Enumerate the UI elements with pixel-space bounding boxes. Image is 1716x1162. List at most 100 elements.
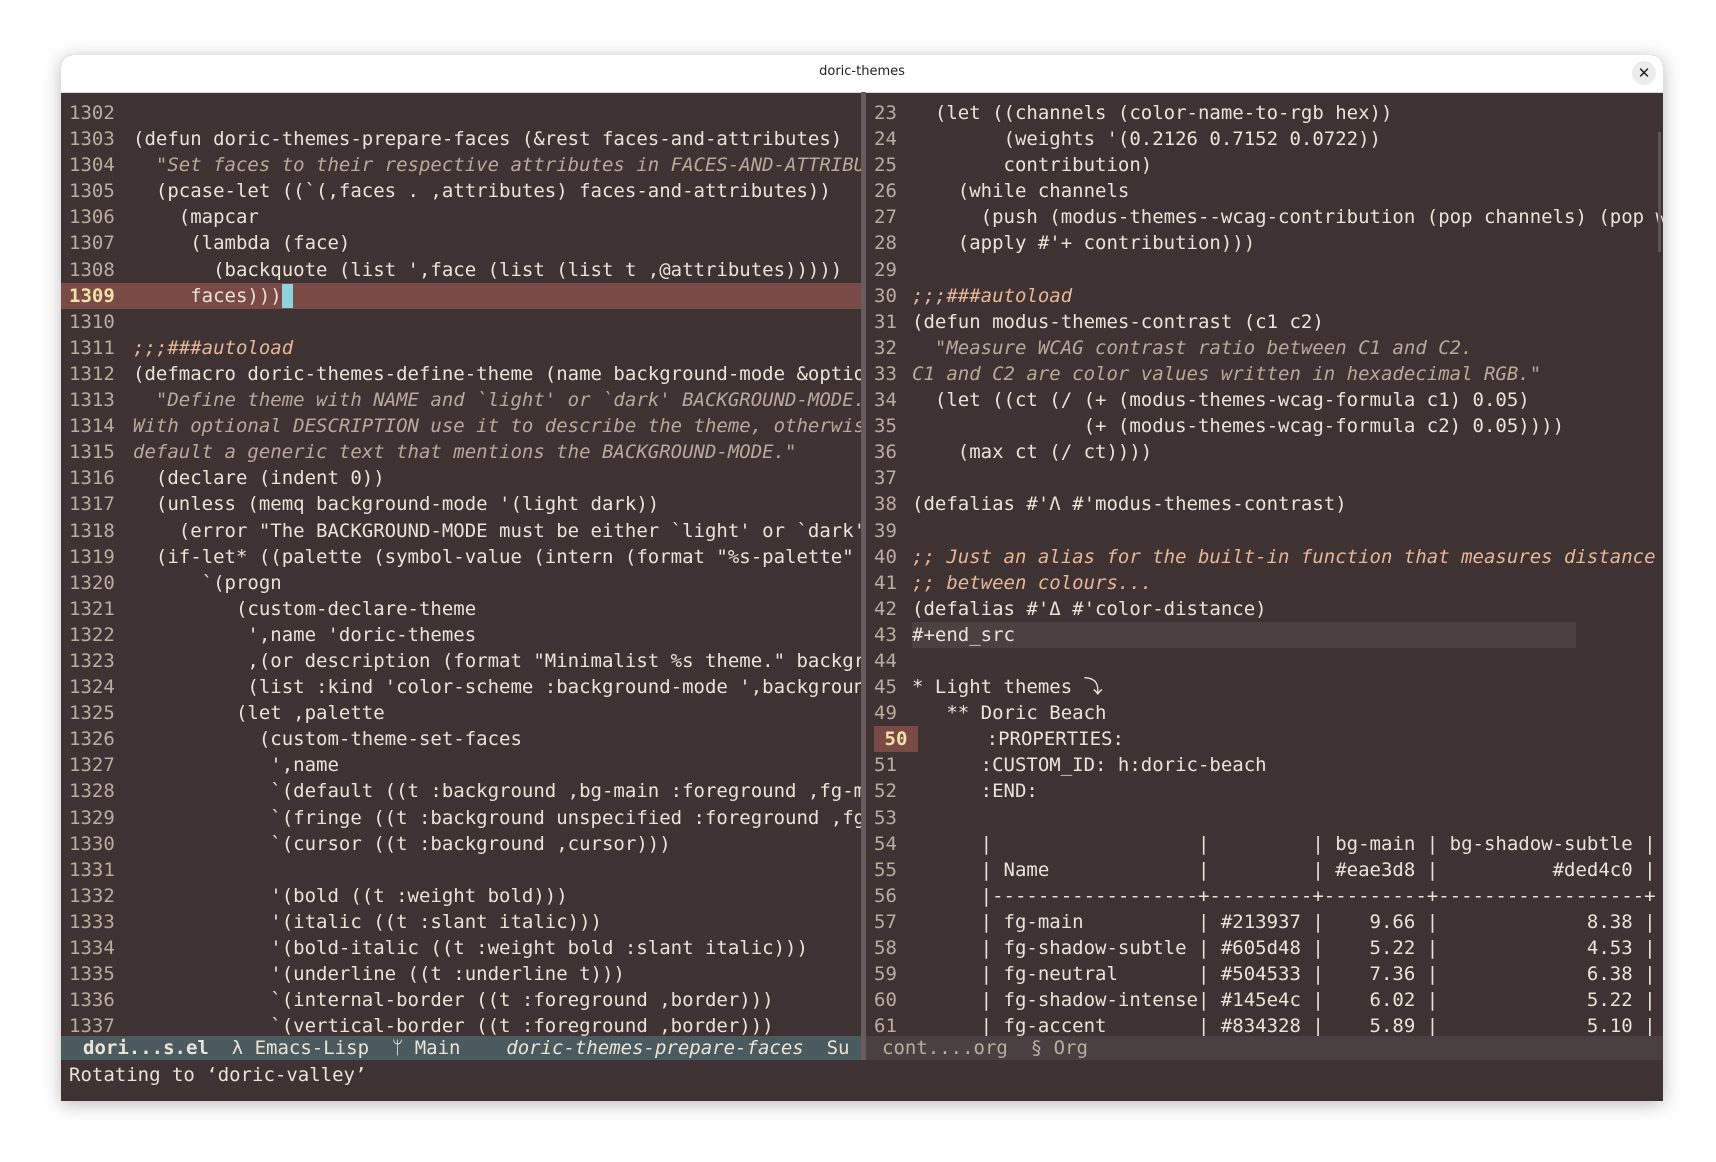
left-code-line[interactable]: 1316 (declare (indent 0))	[61, 465, 861, 491]
left-code-line[interactable]: 1320 `(progn	[61, 570, 861, 596]
right-code-line[interactable]: 31 (defun modus-themes-contrast (c1 c2)	[866, 309, 1663, 335]
right-code-line[interactable]: 32 "Measure WCAG contrast ratio between …	[866, 335, 1663, 361]
right-code-line[interactable]: 43 #+end_src	[866, 621, 1663, 648]
left-code-line[interactable]: 1311 ;;;###autoload	[61, 335, 861, 361]
right-code-line[interactable]: 33 C1 and C2 are color values written in …	[866, 361, 1663, 387]
line-number: 26	[874, 180, 897, 203]
code-text: | Name | | #eae3d8 | #ded4c0 |	[912, 858, 1656, 881]
left-code-line[interactable]: 1325 (let ,palette	[61, 700, 861, 726]
right-code-line[interactable]: 54 | | | bg-main | bg-shadow-subtle |	[866, 831, 1663, 857]
left-code-line[interactable]: 1335 '(underline ((t :underline t)))	[61, 961, 861, 987]
right-code-line[interactable]: 38 (defalias #'Λ #'modus-themes-contrast)	[866, 491, 1663, 517]
left-code-line[interactable]: 1322 ',name 'doric-themes	[61, 622, 861, 648]
left-code-line[interactable]: 1313 "Define theme with NAME and `light'…	[61, 387, 861, 413]
line-number: 1325	[69, 702, 115, 725]
code-text: ;; Just an alias for the built-in functi…	[912, 545, 1656, 568]
right-code-line[interactable]: 26 (while channels	[866, 178, 1663, 204]
line-number: 1324	[69, 676, 115, 699]
right-code-line[interactable]: 60 | fg-shadow-intense| #145e4c | 6.02 |…	[866, 987, 1663, 1013]
right-code-line[interactable]: 29	[866, 257, 1663, 283]
code-text: (let ((channels (color-name-to-rgb hex))	[912, 102, 1393, 124]
right-code-line[interactable]: 56 |------------------+---------+-------…	[866, 883, 1663, 909]
right-code-line[interactable]: 50 :PROPERTIES:	[866, 726, 1663, 753]
right-code-line[interactable]: 35 (+ (modus-themes-wcag-formula c2) 0.0…	[866, 413, 1663, 439]
left-code-line[interactable]: 1328 `(default ((t :background ,bg-main …	[61, 778, 861, 804]
right-code-line[interactable]: 51 :CUSTOM_ID: h:doric-beach	[866, 752, 1663, 778]
left-code-line[interactable]: 1302	[61, 100, 861, 126]
code-text: (lambda (face)	[133, 232, 351, 255]
right-code-line[interactable]: 40 ;; Just an alias for the built-in func…	[866, 544, 1663, 570]
right-code-line[interactable]: 37	[866, 465, 1663, 491]
code-text: faces)))	[133, 284, 282, 307]
left-editor-pane[interactable]: 1302 1303 (defun doric-themes-prepare-face…	[61, 92, 861, 1036]
left-code-line[interactable]: 1318 (error "The BACKGROUND-MODE must be…	[61, 518, 861, 544]
code-text: (custom-declare-theme	[133, 597, 477, 620]
modeline-right[interactable]: cont....org § Org	[861, 1036, 1663, 1060]
left-code-line[interactable]: 1306 (mapcar	[61, 204, 861, 230]
echo-area: Rotating to ‘doric-valley’	[61, 1060, 1663, 1101]
left-code-line[interactable]: 1321 (custom-declare-theme	[61, 596, 861, 622]
right-editor-pane[interactable]: 23 (let ((channels (color-name-to-rgb he…	[866, 92, 1663, 1036]
line-number: 44	[874, 649, 897, 672]
left-code-line[interactable]: 1333 '(italic ((t :slant italic)))	[61, 909, 861, 935]
left-code-line[interactable]: 1310	[61, 309, 861, 335]
left-code-line[interactable]: 1327 ',name	[61, 752, 861, 778]
right-code-line[interactable]: 28 (apply #'+ contribution)))	[866, 230, 1663, 256]
right-code-line[interactable]: 34 (let ((ct (/ (+ (modus-themes-wcag-fo…	[866, 387, 1663, 413]
right-code-line[interactable]: 23 (let ((channels (color-name-to-rgb he…	[866, 100, 1663, 126]
left-code-line[interactable]: 1314 With optional DESCRIPTION use it to …	[61, 413, 861, 439]
left-code-line[interactable]: 1309 faces)))	[61, 282, 861, 309]
close-icon[interactable]: ✕	[1632, 61, 1656, 85]
modeline-buffer-name[interactable]: dori...s.el	[61, 1037, 209, 1059]
modeline-major-mode[interactable]: λ Emacs-Lisp	[232, 1037, 369, 1059]
left-code-line[interactable]: 1337 `(vertical-border ((t :foreground ,…	[61, 1013, 861, 1036]
line-number: 1316	[69, 467, 115, 490]
modeline-vc-branch[interactable]: ᛘ Main	[392, 1037, 461, 1059]
left-code-line[interactable]: 1312 (defmacro doric-themes-define-theme …	[61, 361, 861, 387]
right-code-line[interactable]: 30 ;;;###autoload	[866, 283, 1663, 309]
modeline-buffer-name-right[interactable]: cont....org	[866, 1037, 1008, 1059]
left-code-line[interactable]: 1324 (list :kind 'color-scheme :backgrou…	[61, 674, 861, 700]
left-code-line[interactable]: 1332 '(bold ((t :weight bold)))	[61, 883, 861, 909]
left-code-line[interactable]: 1305 (pcase-let ((`(,faces . ,attributes…	[61, 178, 861, 204]
left-code-line[interactable]: 1330 `(cursor ((t :background ,cursor)))	[61, 831, 861, 857]
left-code-line[interactable]: 1326 (custom-theme-set-faces	[61, 726, 861, 752]
modeline-major-mode-right[interactable]: § Org	[1031, 1037, 1088, 1059]
left-code-line[interactable]: 1317 (unless (memq background-mode '(lig…	[61, 491, 861, 517]
right-code-line[interactable]: 42 (defalias #'Δ #'color-distance)	[866, 596, 1663, 622]
right-code-line[interactable]: 53	[866, 805, 1663, 831]
left-code-line[interactable]: 1308 (backquote (list ',face (list (list…	[61, 257, 861, 283]
scrollbar[interactable]	[1658, 132, 1661, 252]
right-code-line[interactable]: 49 ** Doric Beach	[866, 700, 1663, 726]
right-code-line[interactable]: 59 | fg-neutral | #504533 | 7.36 | 6.38 …	[866, 961, 1663, 987]
right-code-line[interactable]: 55 | Name | | #eae3d8 | #ded4c0 |	[866, 857, 1663, 883]
code-text: '(italic ((t :slant italic)))	[133, 910, 602, 933]
right-code-line[interactable]: 25 contribution)	[866, 152, 1663, 178]
modeline-left[interactable]: dori...s.el λ Emacs-Lisp ᛘ Main doric-th…	[61, 1036, 861, 1060]
left-code-line[interactable]: 1319 (if-let* ((palette (symbol-value (i…	[61, 544, 861, 570]
left-code-line[interactable]: 1307 (lambda (face)	[61, 230, 861, 256]
left-code-line[interactable]: 1334 '(bold-italic ((t :weight bold :sla…	[61, 935, 861, 961]
right-code-line[interactable]: 52 :END:	[866, 778, 1663, 804]
left-code-line[interactable]: 1331	[61, 857, 861, 883]
left-code-line[interactable]: 1336 `(internal-border ((t :foreground ,…	[61, 987, 861, 1013]
left-code-line[interactable]: 1329 `(fringe ((t :background unspecifie…	[61, 805, 861, 831]
left-code-line[interactable]: 1323 ,(or description (format "Minimalis…	[61, 648, 861, 674]
left-code-line[interactable]: 1304 "Set faces to their respective attr…	[61, 152, 861, 178]
right-code-line[interactable]: 45 * Light themes ⤵	[866, 674, 1663, 700]
right-code-line[interactable]: 41 ;; between colours...	[866, 570, 1663, 596]
code-text: (defun doric-themes-prepare-faces (&rest…	[133, 128, 843, 151]
right-code-line[interactable]: 36 (max ct (/ ct))))	[866, 439, 1663, 465]
right-code-line[interactable]: 24 (weights '(0.2126 0.7152 0.0722))	[866, 126, 1663, 152]
right-code-line[interactable]: 57 | fg-main | #213937 | 9.66 | 8.38 |	[866, 909, 1663, 935]
right-code-line[interactable]: 61 | fg-accent | #834328 | 5.89 | 5.10 |	[866, 1013, 1663, 1036]
code-text: (unless (memq background-mode '(light da…	[133, 493, 660, 516]
left-code-line[interactable]: 1315 default a generic text that mentions…	[61, 439, 861, 465]
right-code-line[interactable]: 27 (push (modus-themes--wcag-contributio…	[866, 204, 1663, 230]
right-code-line[interactable]: 58 | fg-shadow-subtle | #605d48 | 5.22 |…	[866, 935, 1663, 961]
line-number: 1337	[69, 1015, 115, 1036]
right-code-line[interactable]: 44	[866, 648, 1663, 674]
right-code-line[interactable]: 39	[866, 518, 1663, 544]
line-number: 1305	[69, 180, 115, 203]
left-code-line[interactable]: 1303 (defun doric-themes-prepare-faces (&…	[61, 126, 861, 152]
